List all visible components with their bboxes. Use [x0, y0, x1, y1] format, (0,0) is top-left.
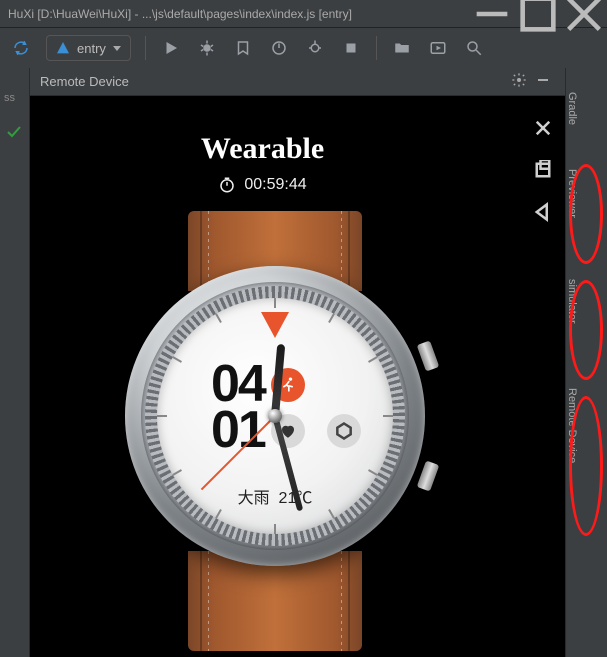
stop-button[interactable] [340, 37, 362, 59]
sync-icon[interactable] [10, 37, 32, 59]
sidebar-tab-simulator[interactable]: simulator [566, 258, 578, 344]
titlebar: HuXi [D:\HuaWei\HuXi] - ...\js\default\p… [0, 0, 607, 28]
maximize-button[interactable] [515, 0, 561, 28]
wearable-timer-value: 00:59:44 [244, 176, 306, 194]
wearable-timer: 00:59:44 [30, 176, 495, 194]
tick-mark [215, 313, 222, 323]
sidebar-tab-gradle[interactable]: Gradle [566, 74, 578, 144]
left-gutter: ss [0, 68, 30, 657]
weather-text: 大雨 [238, 490, 270, 507]
panel-title: Remote Device [40, 74, 507, 89]
right-sidebar: Gradle Previewer simulator Remote Device [565, 68, 607, 657]
sidebar-tab-remote-device[interactable]: Remote Device [566, 366, 578, 486]
tick-mark [274, 524, 276, 534]
minimize-button[interactable] [469, 0, 515, 28]
tick-mark [157, 415, 167, 417]
settings-icon[interactable] [507, 72, 531, 91]
wearable-title: Wearable [30, 132, 495, 166]
watch-crown-top[interactable] [417, 340, 440, 371]
device-home-button[interactable] [531, 158, 555, 182]
check-icon [6, 124, 22, 145]
profile-button[interactable] [268, 37, 290, 59]
preview-pane: Wearable 00:59:44 [30, 96, 565, 657]
device-back-button[interactable] [531, 200, 555, 224]
left-gutter-label: ss [4, 92, 15, 104]
window-title: HuXi [D:\HuaWei\HuXi] - ...\js\default\p… [8, 7, 469, 21]
search-button[interactable] [463, 37, 485, 59]
run-config-select[interactable]: entry [46, 35, 131, 61]
watch-case: 04 01 [125, 266, 425, 566]
watch-weather: 大雨 21℃ [157, 484, 393, 508]
watch-crown-bottom[interactable] [417, 460, 440, 491]
tick-mark [368, 469, 378, 476]
tick-mark [172, 469, 182, 476]
previewer-button[interactable] [427, 37, 449, 59]
watch-dial[interactable]: 04 01 [157, 298, 393, 534]
debug-button[interactable] [196, 37, 218, 59]
tick-mark [328, 313, 335, 323]
run-button[interactable] [160, 37, 182, 59]
tick-mark [172, 356, 182, 363]
run-config-label: entry [77, 41, 106, 56]
tick-mark [215, 509, 222, 519]
panel-header: Remote Device [30, 68, 565, 96]
attach-debug-button[interactable] [304, 37, 326, 59]
watch-strap-bottom [188, 551, 362, 651]
open-project-button[interactable] [391, 37, 413, 59]
sidebar-tab-previewer[interactable]: Previewer [566, 150, 578, 236]
device-controls [531, 116, 555, 224]
watch-device: 04 01 [110, 211, 440, 651]
watch-minute-number: 01 [211, 408, 265, 454]
stopwatch-icon [218, 176, 236, 194]
marker-12-icon [261, 312, 289, 338]
tick-mark [368, 356, 378, 363]
minimize-panel-button[interactable] [531, 72, 555, 91]
watch-big-numbers: 04 01 [211, 362, 361, 454]
center-pin [268, 409, 282, 423]
chevron-down-icon [112, 43, 122, 53]
tick-mark [383, 415, 393, 417]
close-button[interactable] [561, 0, 607, 28]
device-close-button[interactable] [531, 116, 555, 140]
tick-mark [274, 298, 276, 308]
tick-mark [328, 509, 335, 519]
coverage-button[interactable] [232, 37, 254, 59]
hexagon-icon [327, 414, 361, 448]
